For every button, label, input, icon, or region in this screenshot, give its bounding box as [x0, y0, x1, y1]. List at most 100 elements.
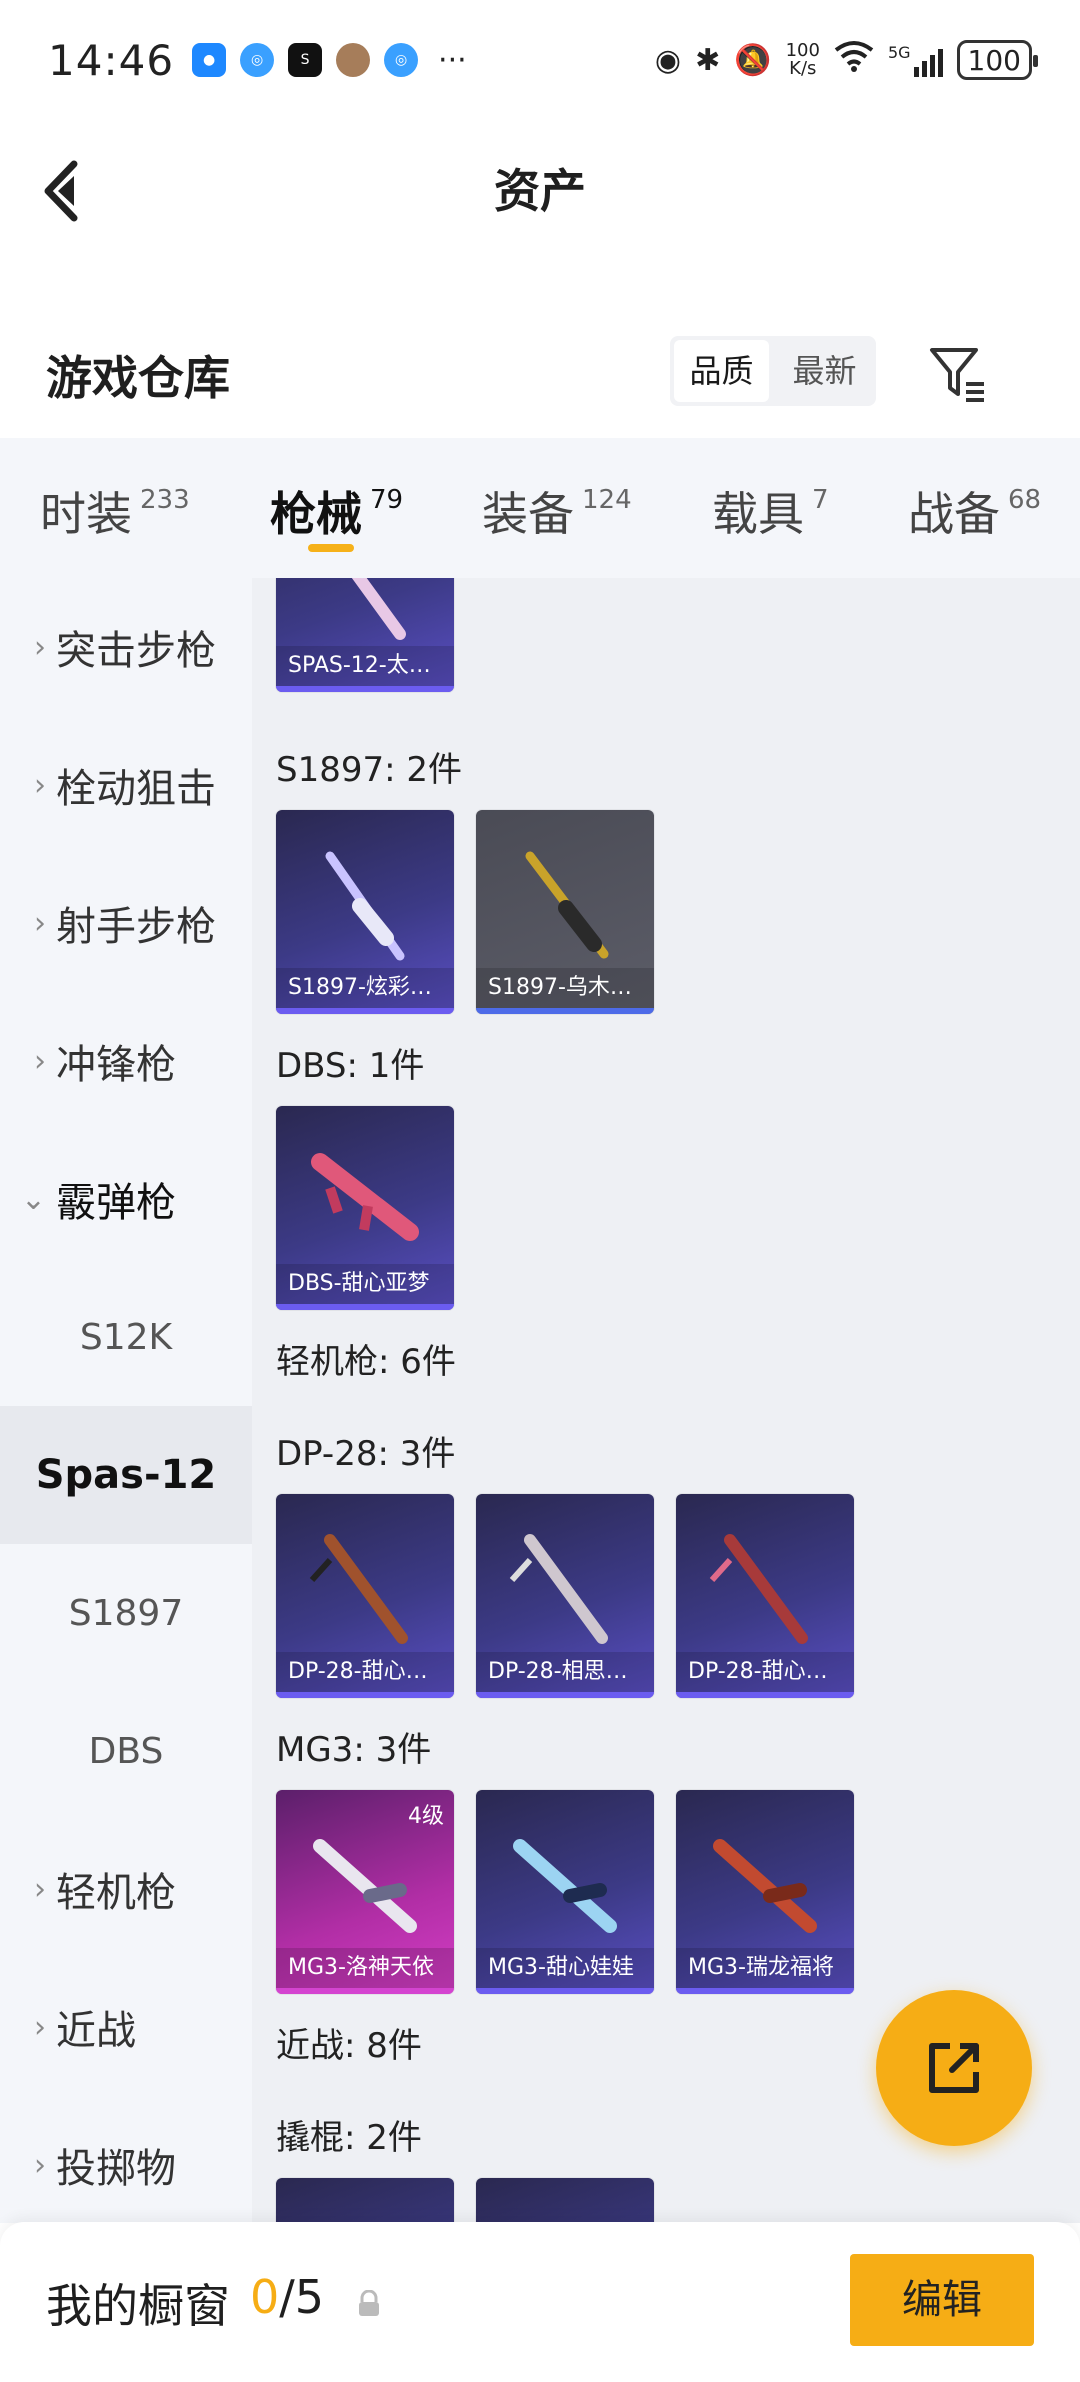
tab-label: 载具 [712, 487, 804, 541]
message-app-icon: ● [192, 43, 227, 77]
machine-gun-icon [313, 1839, 417, 1933]
tab-vehicles[interactable]: 载具 7 [712, 478, 829, 544]
sidebar-item-marksman-rifle[interactable]: › 射手步枪 [0, 854, 252, 992]
sort-quality-option[interactable]: 品质 [674, 340, 769, 402]
network-speed: 100 K/s [786, 42, 820, 78]
chevron-right-icon: › [34, 1871, 46, 1907]
item-name: S1897-乌木… [476, 968, 654, 1008]
sidebar-item-melee[interactable]: › 近战 [0, 1958, 252, 2096]
tab-count: 68 [1008, 485, 1042, 515]
rarity-bar [676, 1988, 854, 1994]
tab-count: 7 [812, 485, 829, 515]
item-card[interactable]: S1897-炫彩… [276, 810, 454, 1014]
item-card[interactable]: DP-28-甜心… [276, 1494, 454, 1698]
sidebar-item-label: 近战 [56, 2008, 136, 2054]
lock-icon [359, 2290, 379, 2316]
item-card[interactable]: MG3-瑞龙福将 [676, 1790, 854, 1994]
tab-count: 79 [370, 485, 404, 515]
rarity-bar [276, 686, 454, 692]
sidebar-item-throwable[interactable]: › 投掷物 [0, 2096, 252, 2223]
sidebar-item-label: 轻机枪 [56, 1870, 176, 1916]
group-label: DBS: 1件 [276, 1046, 425, 1086]
avatar-app-icon [336, 43, 371, 77]
speed-unit: K/s [789, 58, 817, 79]
item-name: MG3-洛神天依 [276, 1948, 454, 1988]
sidebar-subitem-s12k[interactable]: S12K [0, 1268, 252, 1406]
chevron-right-icon: › [34, 1043, 46, 1079]
sidebar-item-label: 冲锋枪 [56, 1042, 176, 1088]
item-card[interactable] [476, 2178, 654, 2223]
tab-supplies[interactable]: 战备 68 [908, 478, 1041, 544]
item-name: DP-28-相思… [476, 1652, 654, 1692]
item-card[interactable]: DP-28-相思… [476, 1494, 654, 1698]
sidebar-item-bolt-sniper[interactable]: › 栓动狙击 [0, 716, 252, 854]
browser-icon-2: ◎ [384, 43, 419, 77]
shotgun-icon [351, 578, 406, 640]
filter-button[interactable] [926, 342, 990, 406]
item-card[interactable]: DP-28-甜心… [676, 1494, 854, 1698]
more-notifications-icon: ··· [438, 42, 467, 78]
group-label: DP-28: 3件 [276, 1434, 456, 1474]
rarity-bar [276, 1692, 454, 1698]
sidebar-subitem-dbs[interactable]: DBS [0, 1682, 252, 1820]
sidebar-item-shotgun[interactable]: ⌄ 霰弹枪 [0, 1130, 252, 1268]
showcase-current: 0 [250, 2270, 280, 2324]
machine-gun-icon [713, 1839, 817, 1933]
notification-icons: ● ◎ S ◎ ··· [192, 43, 467, 78]
warehouse-header: 游戏仓库 品质 最新 [0, 320, 1080, 420]
showcase-label: 我的橱窗 [46, 2279, 230, 2333]
item-name: DBS-甜心亚梦 [276, 1264, 454, 1304]
item-name: MG3-瑞龙福将 [676, 1948, 854, 1988]
battery-indicator: 100 [956, 40, 1039, 80]
item-name: S1897-炫彩… [276, 968, 454, 1008]
sidebar-item-assault-rifle[interactable]: › 突击步枪 [0, 578, 252, 716]
item-name: MG3-甜心娃娃 [476, 1948, 654, 1988]
chevron-down-icon: ⌄ [20, 1181, 46, 1217]
chevron-right-icon: › [34, 2009, 46, 2045]
machine-gun-icon [513, 1839, 617, 1933]
chevron-right-icon: › [34, 767, 46, 803]
item-card[interactable]: 4级 MG3-洛神天依 [276, 1790, 454, 1994]
tab-label: 战备 [908, 487, 1000, 541]
signal-icon: 5G [888, 43, 943, 77]
tab-label: 时装 [40, 487, 132, 541]
rarity-bar [676, 1692, 854, 1698]
showcase-total: /5 [279, 2270, 325, 2324]
sidebar-item-label: 霰弹枪 [56, 1180, 176, 1226]
soul-app-icon: S [288, 43, 323, 77]
tab-equipment[interactable]: 装备 124 [482, 478, 632, 544]
item-card[interactable]: SPAS-12-太… [276, 578, 454, 692]
edit-button[interactable]: 编辑 [850, 2254, 1034, 2346]
sort-latest-option[interactable]: 最新 [777, 340, 872, 402]
share-icon [929, 2043, 979, 2093]
filter-icon [930, 348, 984, 402]
machine-gun-icon [509, 1534, 608, 1644]
machine-gun-icon [709, 1534, 808, 1644]
share-button[interactable] [876, 1990, 1032, 2146]
showcase-count: 0/5 [250, 2270, 324, 2324]
item-card[interactable]: S1897-乌木… [476, 810, 654, 1014]
sidebar-subitem-spas12[interactable]: Spas-12 [0, 1406, 252, 1544]
tab-label: 装备 [482, 487, 574, 541]
item-card[interactable] [276, 2178, 454, 2223]
sidebar-item-label: 射手步枪 [56, 904, 216, 950]
tab-guns[interactable]: 枪械 79 [270, 478, 403, 544]
sidebar-item-smg[interactable]: › 冲锋枪 [0, 992, 252, 1130]
item-name: SPAS-12-太… [276, 646, 454, 686]
chevron-right-icon: › [34, 2147, 46, 2183]
group-label: 撬棍: 2件 [276, 2118, 422, 2158]
showcase-bar: 我的橱窗 0/5 编辑 [0, 2222, 1080, 2382]
rarity-bar [476, 1988, 654, 1994]
wifi-icon [834, 40, 874, 80]
back-button[interactable] [40, 156, 100, 226]
group-label: 轻机枪: 6件 [276, 1342, 456, 1382]
sidebar-item-label: S1897 [68, 1592, 184, 1634]
mute-icon: 🔕 [734, 42, 772, 78]
back-arrow-icon [44, 160, 78, 222]
sidebar-subitem-s1897[interactable]: S1897 [0, 1544, 252, 1682]
page-title: 资产 [494, 163, 586, 218]
item-card[interactable]: DBS-甜心亚梦 [276, 1106, 454, 1310]
sidebar-item-lmg[interactable]: › 轻机枪 [0, 1820, 252, 1958]
item-card[interactable]: MG3-甜心娃娃 [476, 1790, 654, 1994]
tab-fashion[interactable]: 时装 233 [40, 478, 190, 544]
